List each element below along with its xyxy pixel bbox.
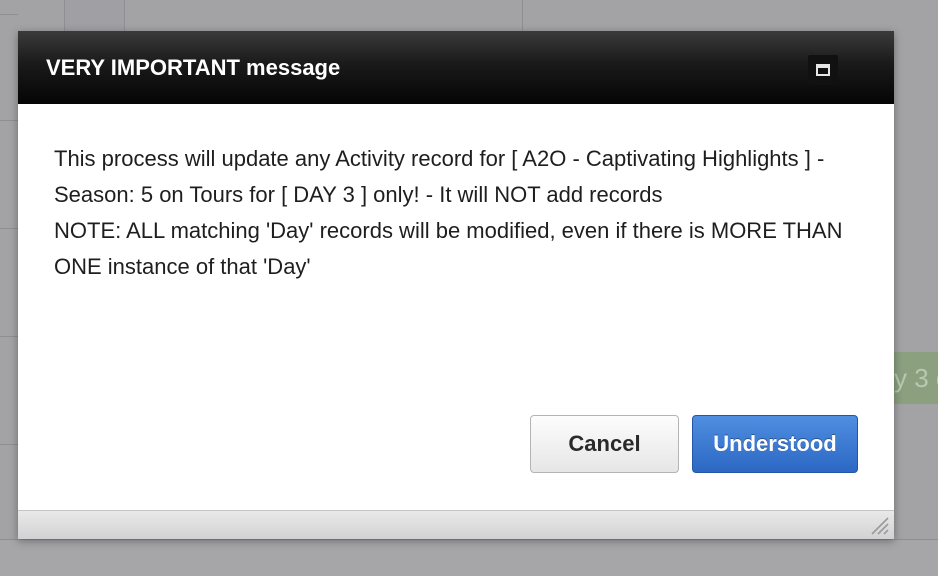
understood-button[interactable]: Understood [692, 415, 858, 473]
message-text: This process will update any Activity re… [54, 146, 825, 207]
dialog-message: This process will update any Activity re… [54, 141, 854, 285]
background-row-line [0, 228, 18, 229]
background-row-line [0, 14, 18, 15]
resize-grip-icon[interactable] [868, 514, 890, 536]
background-divider [124, 0, 125, 32]
background-divider [522, 0, 523, 32]
background-footer [0, 539, 938, 576]
background-column-header [64, 0, 124, 32]
message-note: NOTE: ALL matching 'Day' records will be… [54, 218, 843, 279]
cancel-button[interactable]: Cancel [530, 415, 679, 473]
background-row-line [0, 444, 18, 445]
dialog-titlebar[interactable]: VERY IMPORTANT message [18, 31, 894, 104]
background-row-line [0, 336, 18, 337]
background-day-badge: y 3 c [888, 352, 938, 404]
dialog-title: VERY IMPORTANT message [46, 55, 341, 80]
background-divider [64, 0, 65, 32]
background-row-line [0, 120, 18, 121]
maximize-button[interactable] [808, 55, 838, 85]
maximize-icon [816, 64, 830, 76]
dialog-footer [18, 510, 894, 539]
confirmation-dialog: VERY IMPORTANT message This process will… [18, 31, 894, 539]
